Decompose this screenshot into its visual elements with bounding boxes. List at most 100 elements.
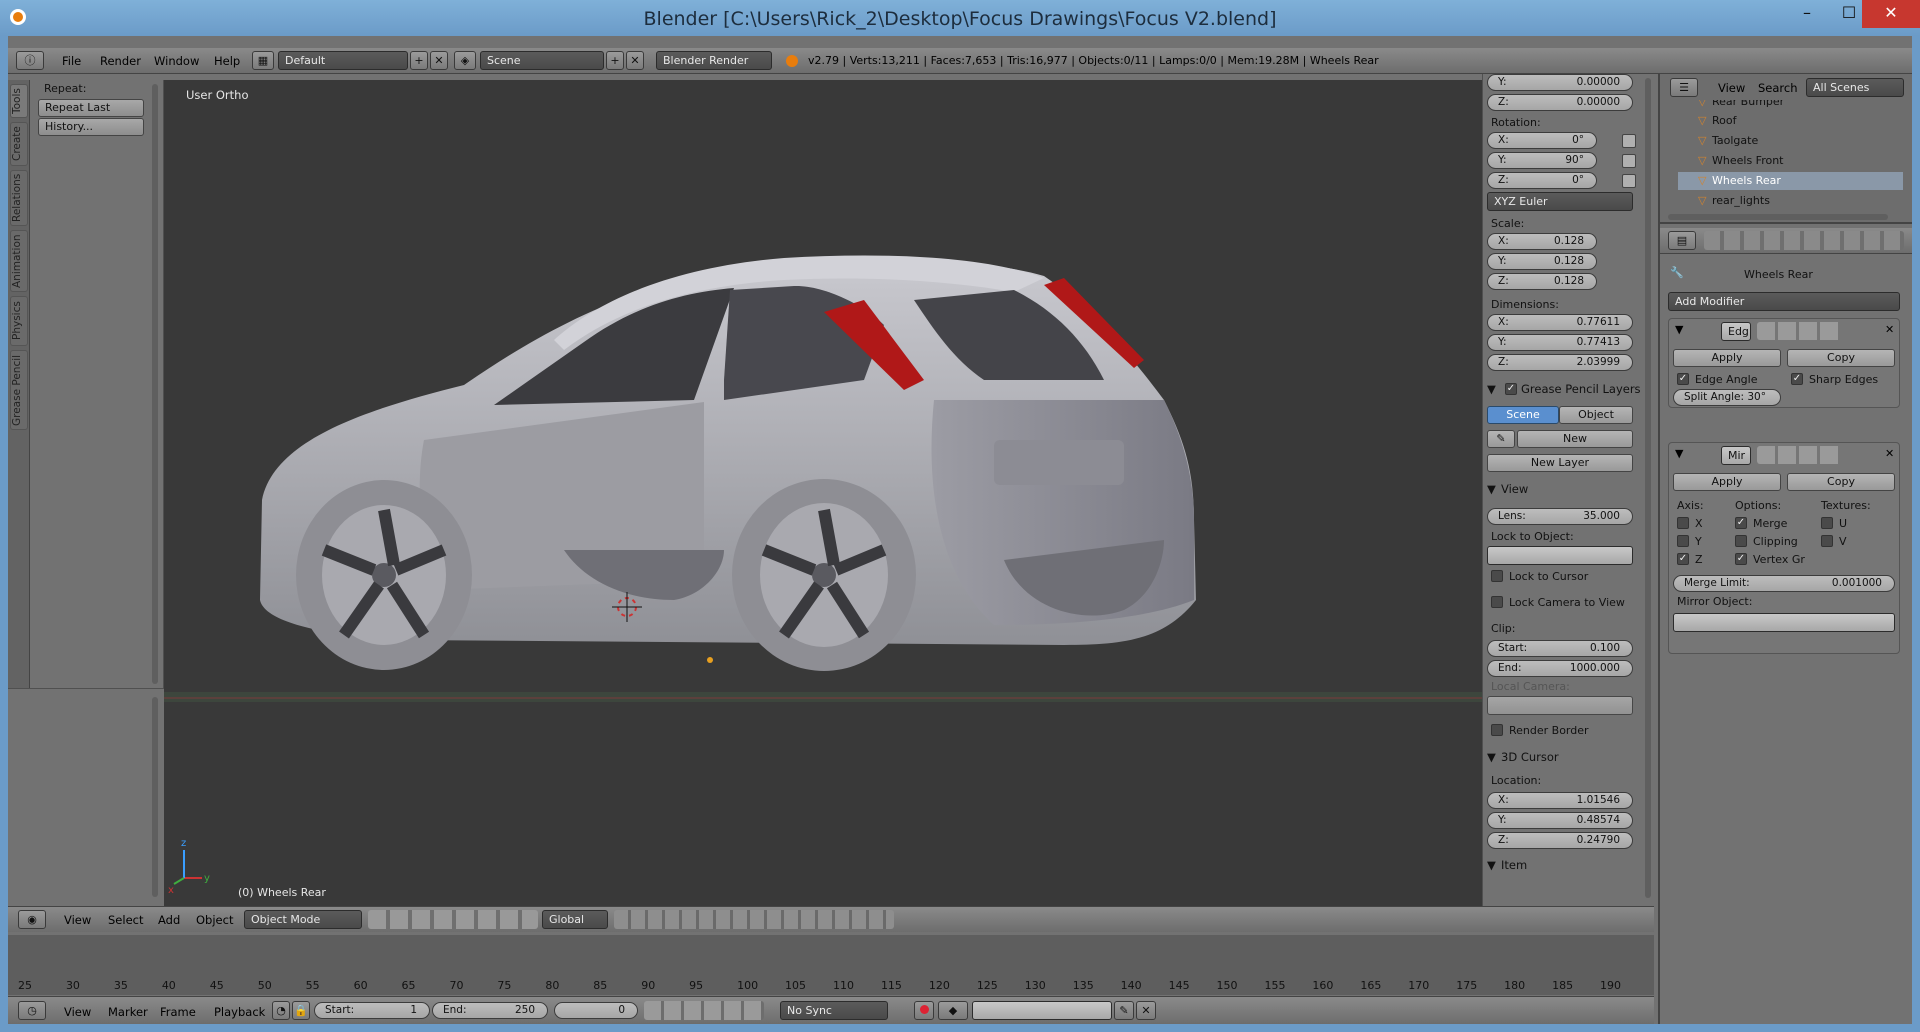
minimize-button[interactable]: – <box>1786 0 1828 28</box>
item-toggle-icon[interactable]: ▼ <box>1487 858 1496 872</box>
playback-controls[interactable] <box>644 1001 764 1020</box>
close-button[interactable]: ✕ <box>1862 0 1920 28</box>
tab-create[interactable]: Create <box>10 122 28 166</box>
collapse-icon[interactable]: ▼ <box>1675 323 1683 336</box>
view-toggle-icon[interactable]: ▼ <box>1487 482 1496 496</box>
3d-viewport[interactable]: User Ortho z y x (0) Wheels Rear <box>164 80 1482 906</box>
timeline-editor-icon[interactable]: ◷ <box>18 1001 46 1020</box>
mirror-object-field[interactable] <box>1673 613 1895 632</box>
edge-split-name[interactable]: Edg <box>1721 322 1751 341</box>
scale-y-field[interactable]: Y: 0.128 <box>1487 253 1597 270</box>
current-frame-field[interactable]: 0 <box>554 1002 638 1019</box>
tab-relations[interactable]: Relations <box>10 170 28 226</box>
dimensions-x-field[interactable]: X: 0.77611 <box>1487 314 1633 331</box>
history-button[interactable]: History... <box>38 118 144 136</box>
menu-marker[interactable]: Marker <box>108 1005 148 1019</box>
gp-new-button[interactable]: New <box>1517 430 1633 448</box>
render-border-checkbox[interactable] <box>1491 724 1503 736</box>
npanel-scrollbar[interactable] <box>1645 78 1651 898</box>
edge-split-copy-button[interactable]: Copy <box>1787 349 1895 367</box>
scene-icon[interactable]: ◈ <box>454 51 476 70</box>
merge-limit-field[interactable]: Merge Limit: 0.001000 <box>1673 575 1895 592</box>
location-y-field[interactable]: Y: 0.00000 <box>1487 74 1633 91</box>
delete-keyframe-icon[interactable]: ✕ <box>1136 1001 1156 1020</box>
menu-render[interactable]: Render <box>100 54 141 68</box>
properties-context-tabs[interactable] <box>1704 231 1904 250</box>
add-modifier-select[interactable]: Add Modifier <box>1668 292 1900 311</box>
edge-split-apply-button[interactable]: Apply <box>1673 349 1781 367</box>
menu-select[interactable]: Select <box>108 913 143 927</box>
axis-x-checkbox[interactable] <box>1677 517 1689 529</box>
collapse-icon[interactable]: ▼ <box>1675 447 1683 460</box>
outliner-menu-view[interactable]: View <box>1718 81 1745 95</box>
lock-object-field[interactable] <box>1487 546 1633 565</box>
outliner-row[interactable]: ▽ Taolgate <box>1678 132 1903 150</box>
dimensions-z-field[interactable]: Z: 2.03999 <box>1487 354 1633 371</box>
menu-help[interactable]: Help <box>214 54 240 68</box>
remove-layout-icon[interactable]: ✕ <box>430 51 448 70</box>
local-camera-field[interactable] <box>1487 696 1633 715</box>
cursor-z-field[interactable]: Z: 0.24790 <box>1487 832 1633 849</box>
vertex-groups-checkbox[interactable]: ✓ <box>1735 553 1747 565</box>
modifier-display-toggles[interactable] <box>1757 322 1841 340</box>
end-frame-field[interactable]: End: 250 <box>432 1002 548 1019</box>
grease-pencil-checkbox[interactable]: ✓ <box>1505 383 1517 395</box>
tab-physics[interactable]: Physics <box>10 296 28 346</box>
outliner-row[interactable]: ▽ Wheels Front <box>1678 152 1903 170</box>
add-layout-icon[interactable]: + <box>410 51 428 70</box>
gp-object-button[interactable]: Object <box>1559 406 1633 424</box>
rotation-y-field[interactable]: Y: 90° <box>1487 152 1597 169</box>
mirror-apply-button[interactable]: Apply <box>1673 473 1781 491</box>
layers-and-snap-icons[interactable] <box>614 910 894 929</box>
sync-select[interactable]: No Sync <box>780 1001 888 1020</box>
menu-add[interactable]: Add <box>158 913 180 927</box>
cursor-y-field[interactable]: Y: 0.48574 <box>1487 812 1633 829</box>
render-engine-select[interactable]: Blender Render <box>656 51 772 70</box>
gp-new-layer-button[interactable]: New Layer <box>1487 454 1633 472</box>
rotation-mode-select[interactable]: XYZ Euler <box>1487 192 1633 211</box>
tab-animation[interactable]: Animation <box>10 230 28 292</box>
rotation-x-field[interactable]: X: 0° <box>1487 132 1597 149</box>
insert-keyframe-icon[interactable]: ✎ <box>1114 1001 1134 1020</box>
3d-view-editor-icon[interactable]: ◉ <box>18 910 46 929</box>
add-scene-icon[interactable]: + <box>606 51 624 70</box>
lock-to-cursor-checkbox[interactable] <box>1491 570 1503 582</box>
menu-frame[interactable]: Frame <box>160 1005 196 1019</box>
mirror-copy-button[interactable]: Copy <box>1787 473 1895 491</box>
merge-checkbox[interactable]: ✓ <box>1735 517 1747 529</box>
screen-layout-icon[interactable]: ▦ <box>252 51 274 70</box>
cursor-x-field[interactable]: X: 1.01546 <box>1487 792 1633 809</box>
menu-view[interactable]: View <box>64 913 91 927</box>
outliner-editor-icon[interactable]: ☰ <box>1670 78 1698 97</box>
keying-icon[interactable]: ◆ <box>938 1001 968 1020</box>
tool-shelf-scrollbar[interactable] <box>152 84 158 684</box>
tab-tools[interactable]: Tools <box>10 84 28 118</box>
screen-layout-field[interactable]: Default <box>278 51 408 70</box>
info-editor-icon[interactable]: ⓘ <box>16 51 44 70</box>
lock-range-icon[interactable]: 🔒 <box>292 1001 310 1020</box>
scale-z-field[interactable]: Z: 0.128 <box>1487 273 1597 290</box>
clipping-checkbox[interactable] <box>1735 535 1747 547</box>
lock-camera-checkbox[interactable] <box>1491 596 1503 608</box>
dimensions-y-field[interactable]: Y: 0.77413 <box>1487 334 1633 351</box>
outliner-filter-select[interactable]: All Scenes <box>1806 78 1904 97</box>
sharp-edges-checkbox[interactable]: ✓ <box>1791 373 1803 385</box>
shading-pivot-manipulator-icons[interactable] <box>368 910 538 929</box>
keying-set-field[interactable] <box>972 1001 1112 1020</box>
outliner-menu-search[interactable]: Search <box>1758 81 1798 95</box>
lock-rotation-z-icon[interactable] <box>1622 174 1636 188</box>
repeat-last-button[interactable]: Repeat Last <box>38 99 144 117</box>
grease-pencil-toggle-icon[interactable]: ▼ <box>1487 382 1496 396</box>
lens-field[interactable]: Lens: 35.000 <box>1487 508 1633 525</box>
split-angle-field[interactable]: Split Angle: 30° <box>1673 389 1781 406</box>
texture-u-checkbox[interactable] <box>1821 517 1833 529</box>
record-icon[interactable] <box>914 1001 934 1020</box>
location-z-field[interactable]: Z: 0.00000 <box>1487 94 1633 111</box>
lock-rotation-x-icon[interactable] <box>1622 134 1636 148</box>
gp-scene-button[interactable]: Scene <box>1487 406 1559 424</box>
outliner-row-selected[interactable]: ▽ Wheels Rear <box>1678 172 1903 190</box>
gp-pencil-icon[interactable]: ✎ <box>1487 430 1515 448</box>
clip-end-field[interactable]: End: 1000.000 <box>1487 660 1633 677</box>
outliner-hscrollbar[interactable] <box>1668 214 1888 220</box>
menu-file[interactable]: File <box>62 54 81 68</box>
